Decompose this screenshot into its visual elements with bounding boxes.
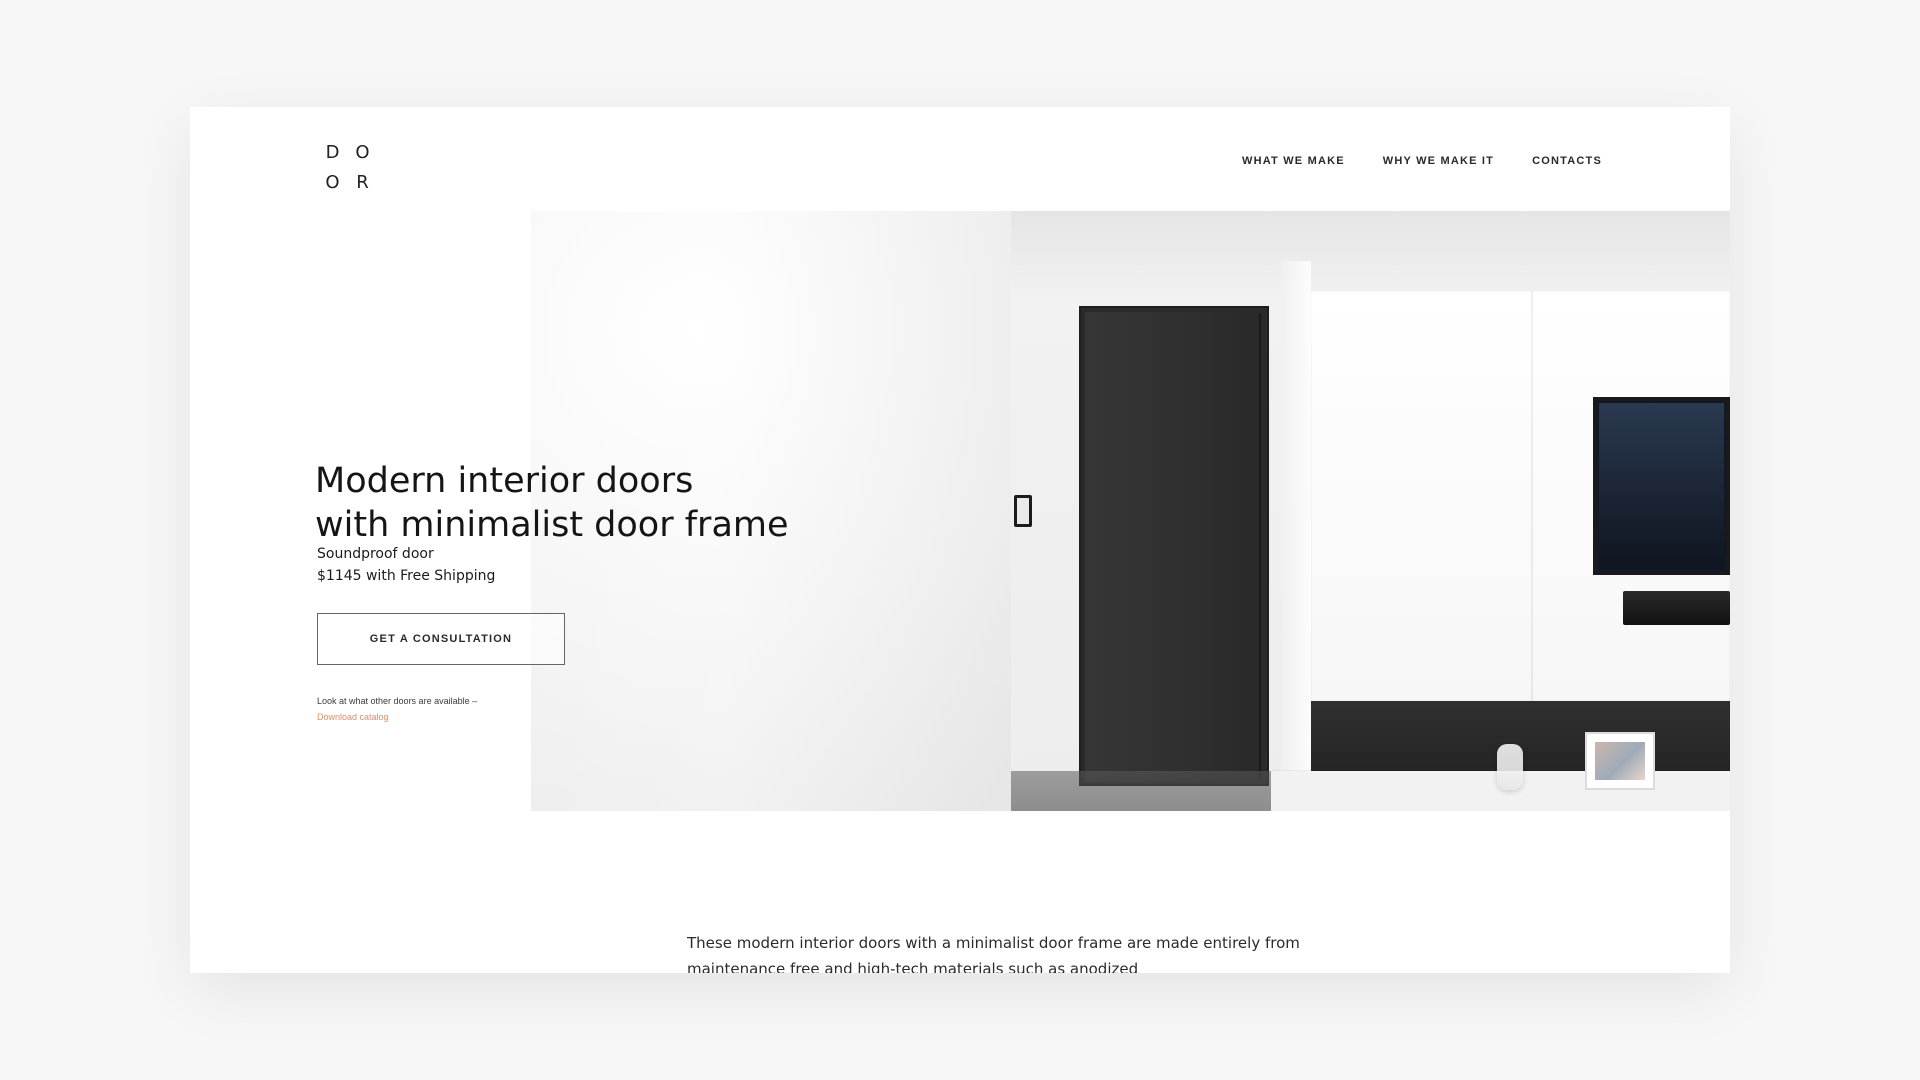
cabinet-side: [1281, 261, 1311, 781]
hero-ceiling-shadow: [1011, 211, 1730, 301]
logo-letter-d: D: [325, 141, 341, 163]
hero-title: Modern interior doors with minimalist do…: [315, 459, 1015, 547]
site-header: D O O R WHAT WE MAKE WHY WE MAKE IT CONT…: [190, 107, 1730, 211]
intro-paragraph: These modern interior doors with a minim…: [687, 934, 1300, 973]
logo-letter-o-1: O: [355, 141, 371, 163]
catalog-note: Look at what other doors are available –…: [317, 693, 677, 725]
download-catalog-link[interactable]: Download catalog: [317, 709, 389, 725]
logo-letter-r: R: [356, 171, 370, 193]
top-nav: WHAT WE MAKE WHY WE MAKE IT CONTACTS: [1242, 155, 1602, 167]
page-frame: D O O R WHAT WE MAKE WHY WE MAKE IT CONT…: [190, 107, 1730, 973]
product-name: Soundproof door: [317, 546, 434, 562]
nav-what-we-make[interactable]: WHAT WE MAKE: [1242, 155, 1345, 167]
light-switch-icon: [1014, 495, 1032, 527]
door: [1085, 312, 1263, 782]
get-consultation-button[interactable]: GET A CONSULTATION: [317, 613, 565, 665]
decorative-jar: [1497, 744, 1523, 790]
catalog-prompt: Look at what other doors are available –: [317, 696, 478, 706]
brand-logo[interactable]: D O O R: [318, 137, 378, 197]
tv-screen: [1599, 403, 1724, 569]
door-seam: [1259, 314, 1261, 780]
logo-letter-o-2: O: [325, 171, 341, 193]
hero-title-line-2: with minimalist door frame: [315, 505, 789, 546]
photo-frame-inner: [1595, 742, 1645, 780]
product-meta: Soundproof door $1145 with Free Shipping: [317, 543, 717, 587]
nav-why-we-make-it[interactable]: WHY WE MAKE IT: [1383, 155, 1494, 167]
nav-contacts[interactable]: CONTACTS: [1532, 155, 1602, 167]
hero-title-line-1: Modern interior doors: [315, 461, 694, 502]
soundbar: [1623, 591, 1730, 625]
product-price: $1145 with Free Shipping: [317, 568, 496, 584]
cabinet-divider: [1531, 291, 1533, 701]
